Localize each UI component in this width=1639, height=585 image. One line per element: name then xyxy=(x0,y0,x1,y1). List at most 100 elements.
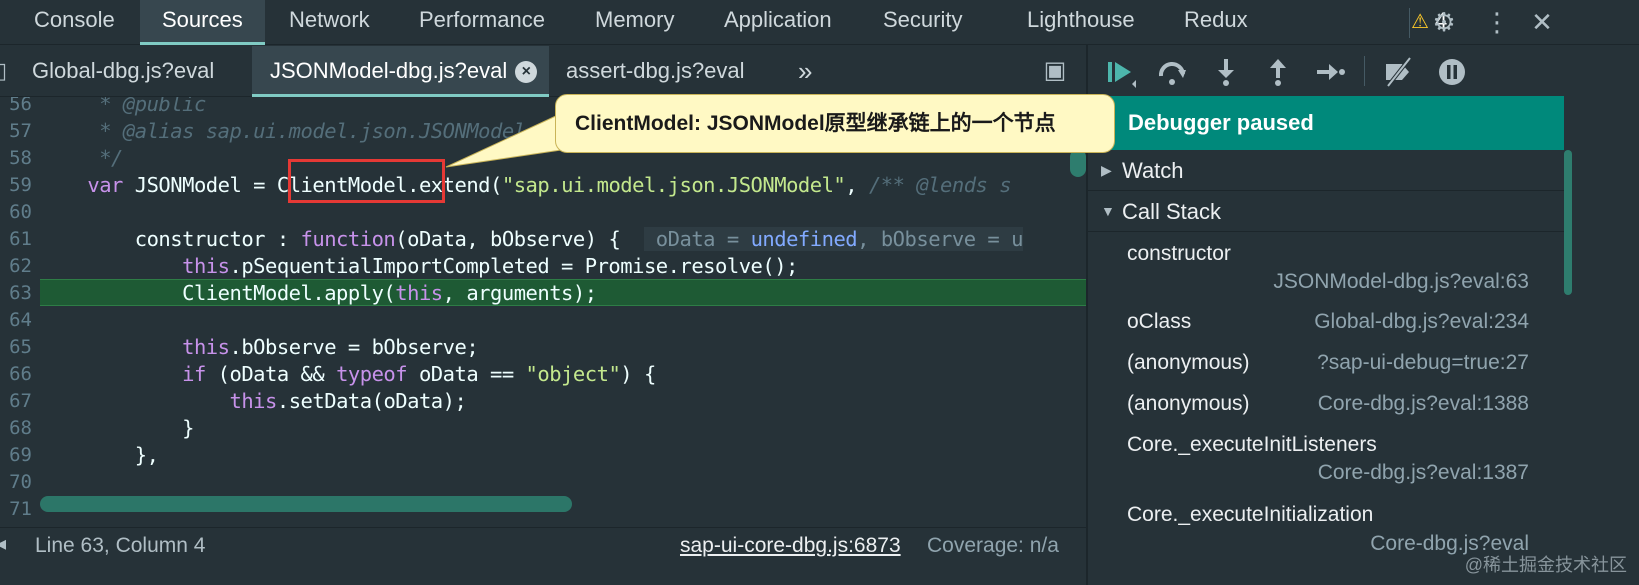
caret-right-icon: ▶ xyxy=(1101,162,1112,178)
step-icon[interactable] xyxy=(1314,56,1346,88)
code-token: , arguments); xyxy=(442,281,597,305)
overflow-tabs-icon[interactable]: » xyxy=(798,46,812,97)
horizontal-scrollbar[interactable] xyxy=(40,496,572,512)
file-tab-global-dbg[interactable]: Global-dbg.js?eval xyxy=(32,46,214,97)
code-line-66: if (oData && typeof oData == "object") { xyxy=(40,361,656,388)
code-line-61: constructor : function(oData, bObserve) … xyxy=(40,226,1023,253)
section-label: Call Stack xyxy=(1122,199,1222,224)
code-token: "sap.ui.model.json.JSONModel" xyxy=(501,173,846,197)
code-token: this xyxy=(229,389,277,413)
line-number[interactable]: 70 xyxy=(0,469,32,496)
line-number[interactable]: 65 xyxy=(0,334,32,361)
call-frame-location[interactable]: ?sap-ui-debug=true:27 xyxy=(1317,351,1529,375)
tab-network[interactable]: Network xyxy=(289,0,370,45)
line-number[interactable]: 69 xyxy=(0,442,32,469)
step-over-icon[interactable] xyxy=(1156,56,1188,88)
watch-section-header[interactable]: ▶ Watch xyxy=(1088,150,1564,191)
code-token: this xyxy=(395,281,443,305)
step-out-icon[interactable] xyxy=(1262,56,1294,88)
code-line-65: this.bObserve = bObserve; xyxy=(40,334,479,361)
code-token: ClientModel.apply( xyxy=(40,281,396,305)
line-gutter[interactable]: 56 57 58 59 60 61 62 63 64 65 66 67 68 6… xyxy=(0,97,40,535)
code-token: this xyxy=(182,335,230,359)
resume-icon[interactable] xyxy=(1104,56,1136,88)
annotation-highlight-box xyxy=(288,159,445,203)
close-icon[interactable]: ✕ xyxy=(1527,9,1557,35)
call-stack-section-header[interactable]: ▼ Call Stack xyxy=(1088,191,1564,232)
call-frame-location[interactable]: Core-dbg.js?eval:1387 xyxy=(1318,461,1529,485)
call-frame-name[interactable]: (anonymous) xyxy=(1127,351,1250,375)
line-number[interactable]: 71 xyxy=(0,496,32,523)
line-number[interactable]: 64 xyxy=(0,307,32,334)
toggle-debugger-sidebar-icon[interactable]: ▣ xyxy=(1040,58,1070,84)
pause-on-exceptions-icon[interactable] xyxy=(1436,56,1468,88)
annotation-callout: ClientModel: JSONModel原型继承链上的一个节点 xyxy=(555,94,1115,153)
tab-performance[interactable]: Performance xyxy=(419,0,545,45)
line-number[interactable]: 67 xyxy=(0,388,32,415)
code-line-63: ClientModel.apply(this, arguments); xyxy=(40,280,597,307)
call-frame-name[interactable]: constructor xyxy=(1127,242,1231,266)
file-tab-assert-dbg[interactable]: assert-dbg.js?eval xyxy=(566,46,745,97)
line-number[interactable]: 60 xyxy=(0,199,32,226)
vertical-scrollbar[interactable] xyxy=(1070,149,1086,177)
inline-value: undefined xyxy=(750,227,858,251)
editor-file-tabs: ▯ Global-dbg.js?eval JSONModel-dbg.js?ev… xyxy=(0,46,1135,97)
debugger-toolbar xyxy=(1088,46,1639,97)
call-frame-name[interactable]: Core._executeInitialization xyxy=(1127,503,1373,527)
code-token: (oData && xyxy=(205,362,337,386)
code-token: .pSequentialImportCompleted = Promise.re… xyxy=(229,254,798,278)
navigator-toggle-icon[interactable]: ▯ xyxy=(0,58,8,84)
tab-sources[interactable]: Sources xyxy=(140,0,265,45)
file-tab-jsonmodel-dbg[interactable]: JSONModel-dbg.js?eval × xyxy=(252,46,549,97)
line-number[interactable]: 56 xyxy=(0,97,32,118)
callout-pointer xyxy=(445,114,569,168)
tab-security[interactable]: Security xyxy=(883,0,962,45)
code-token: "object" xyxy=(525,362,621,386)
source-map-link[interactable]: sap-ui-core-dbg.js:6873 xyxy=(680,530,901,562)
code-token: (oData, bObserve) { xyxy=(395,227,644,251)
file-tab-label: JSONModel-dbg.js?eval xyxy=(270,58,508,83)
line-number[interactable]: 62 xyxy=(0,253,32,280)
code-line-68: } xyxy=(40,416,194,440)
line-number[interactable]: 59 xyxy=(0,172,32,199)
tab-console[interactable]: Console xyxy=(34,0,115,45)
line-number[interactable]: 61 xyxy=(0,226,32,253)
call-frame-location[interactable]: Core-dbg.js?eval:1388 xyxy=(1318,392,1529,416)
tab-application[interactable]: Application xyxy=(724,0,832,45)
tab-redux[interactable]: Redux xyxy=(1184,0,1248,45)
tab-lighthouse[interactable]: Lighthouse xyxy=(1027,0,1135,45)
code-token: , xyxy=(845,173,869,197)
line-number[interactable]: 68 xyxy=(0,415,32,442)
code-token: if xyxy=(182,362,206,386)
line-number[interactable]: 58 xyxy=(0,145,32,172)
code-line-58: */ xyxy=(40,146,123,170)
call-frame-name[interactable]: (anonymous) xyxy=(1127,392,1250,416)
line-number[interactable]: 63 xyxy=(0,280,32,307)
toggle-navigator-icon[interactable]: ◂ xyxy=(0,531,8,557)
code-token: ) { xyxy=(620,362,656,386)
section-label: Watch xyxy=(1122,158,1184,183)
code-line-59: var JSONModel = ClientModel.extend("sap.… xyxy=(40,172,1011,199)
close-tab-icon[interactable]: × xyxy=(515,61,538,83)
tab-memory[interactable]: Memory xyxy=(595,0,674,45)
call-frame-location[interactable]: JSONModel-dbg.js?eval:63 xyxy=(1273,270,1529,294)
code-token: .bObserve = bObserve; xyxy=(229,335,479,359)
debugger-sidebar: Debugger paused ▶ Watch ▼ Call Stack const… xyxy=(1088,46,1639,585)
code-token: typeof xyxy=(336,362,408,386)
inline-value: oData = xyxy=(643,227,751,251)
call-frame-name[interactable]: Core._executeInitListeners xyxy=(1127,433,1377,457)
line-number[interactable]: 57 xyxy=(0,118,32,145)
inline-value: , bObserve = u xyxy=(857,227,1023,251)
call-frame-name[interactable]: oClass xyxy=(1127,310,1191,334)
more-vertical-icon[interactable]: ⋮ xyxy=(1484,9,1510,35)
deactivate-breakpoints-icon[interactable] xyxy=(1382,56,1414,88)
step-into-icon[interactable] xyxy=(1210,56,1242,88)
line-number[interactable]: 66 xyxy=(0,361,32,388)
sidebar-scrollbar[interactable] xyxy=(1564,150,1572,295)
devtools-panel-tabs: Console Sources Network Performance Memo… xyxy=(0,0,1639,45)
call-frame-location[interactable]: Global-dbg.js?eval:234 xyxy=(1314,310,1529,334)
gear-icon[interactable]: ⚙ xyxy=(1429,9,1459,35)
